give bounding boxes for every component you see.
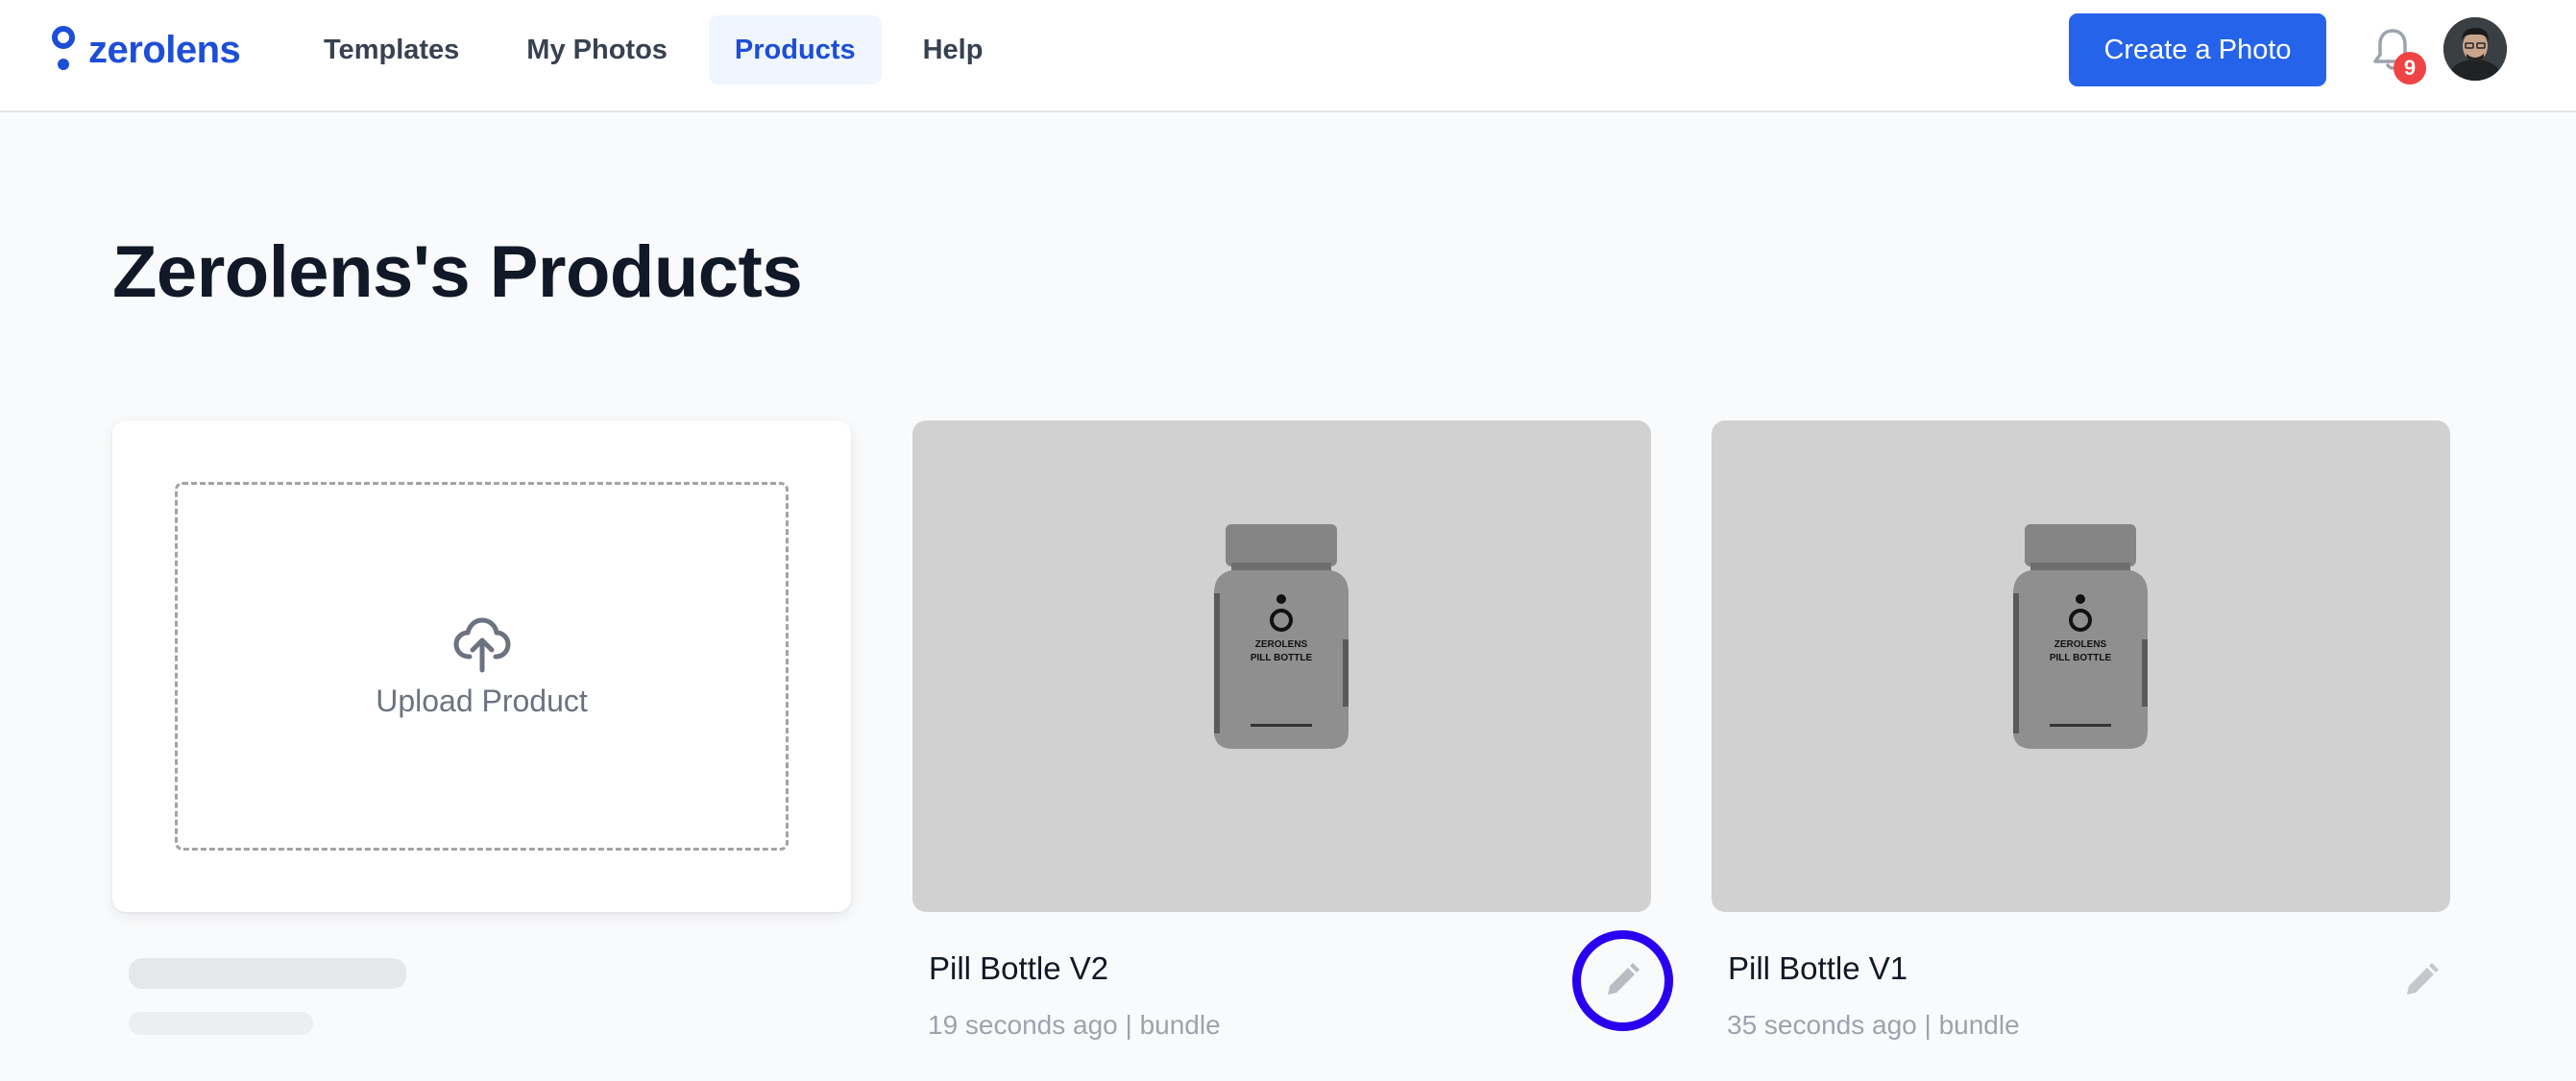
nav-item-my-photos[interactable]: My Photos [500, 15, 693, 84]
pencil-icon [1608, 963, 1640, 995]
product-type: bundle [1938, 1010, 2020, 1040]
logo-link[interactable]: zerolens [50, 25, 241, 75]
product-name[interactable]: Pill Bottle V1 [1728, 950, 1908, 987]
product-meta: 19 seconds ago | bundle [928, 1010, 1221, 1041]
main-nav: Templates My Photos Products Help [298, 15, 1009, 84]
edit-product-button[interactable] [2396, 955, 2446, 1005]
upload-product-card: Upload Product [112, 420, 851, 912]
zerolens-logo-icon [52, 26, 75, 70]
pencil-icon [2407, 963, 2439, 995]
bottle-label-brand: ZEROLENS [2054, 639, 2107, 650]
meta-separator: | [1125, 1010, 1132, 1040]
product-card-pill-bottle-v2[interactable]: ZEROLENS PILL BOTTLE [912, 420, 1651, 912]
top-navbar: zerolens Templates My Photos Products He… [0, 0, 2576, 112]
avatar-photo-icon [2443, 17, 2507, 81]
product-thumbnail: ZEROLENS PILL BOTTLE [1214, 524, 1349, 749]
notification-badge: 9 [2394, 52, 2426, 84]
product-meta: 35 seconds ago | bundle [1727, 1010, 2020, 1041]
upload-dropzone[interactable]: Upload Product [175, 482, 789, 851]
product-time: 19 seconds ago [928, 1010, 1118, 1040]
cloud-upload-icon [453, 617, 510, 672]
create-photo-button[interactable]: Create a Photo [2069, 13, 2326, 86]
product-name[interactable]: Pill Bottle V2 [929, 950, 1108, 987]
upload-product-label: Upload Product [376, 683, 588, 718]
user-avatar[interactable] [2443, 17, 2507, 81]
product-time: 35 seconds ago [1727, 1010, 1917, 1040]
product-type: bundle [1139, 1010, 1221, 1040]
nav-item-templates[interactable]: Templates [298, 15, 485, 84]
nav-item-products[interactable]: Products [708, 15, 882, 84]
skeleton-title-placeholder [129, 958, 406, 989]
bottle-label-product: PILL BOTTLE [2050, 653, 2112, 663]
bottle-label-product: PILL BOTTLE [1251, 653, 1313, 663]
product-card-pill-bottle-v1[interactable]: ZEROLENS PILL BOTTLE [1712, 420, 2450, 912]
page-title: Zerolens's Products [112, 231, 803, 313]
bottle-label-brand: ZEROLENS [1255, 639, 1308, 650]
nav-item-help[interactable]: Help [897, 15, 1009, 84]
skeleton-meta-placeholder [129, 1012, 313, 1035]
meta-separator: | [1924, 1010, 1932, 1040]
edit-product-button[interactable] [1597, 955, 1647, 1005]
logo-text: zerolens [88, 28, 241, 71]
product-thumbnail: ZEROLENS PILL BOTTLE [2013, 524, 2148, 749]
